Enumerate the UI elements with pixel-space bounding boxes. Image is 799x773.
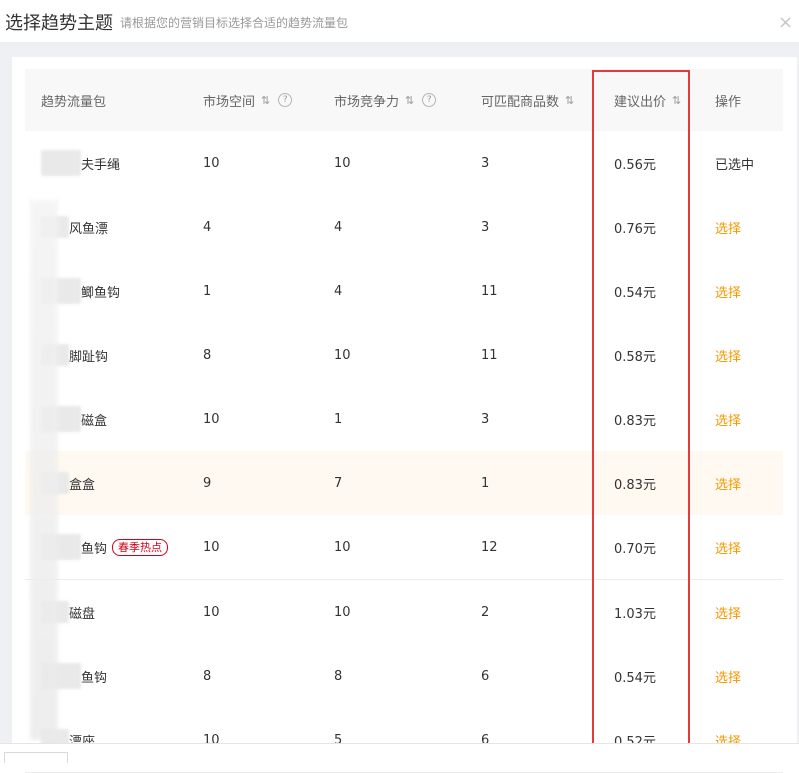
competition-cell: 7 (334, 475, 343, 491)
suggested-bid-cell: 0.83元 (614, 477, 656, 493)
table-row: 漂座 10 5 6 0.52元 选择 (25, 708, 783, 773)
market-space-cell: 8 (203, 347, 212, 363)
suggested-bid-cell: 0.76元 (614, 221, 656, 237)
suggested-bid-cell: 0.58元 (614, 349, 656, 365)
select-button[interactable]: 选择 (715, 387, 741, 451)
item-count-cell: 6 (481, 732, 490, 748)
market-space-cell: 4 (203, 219, 212, 235)
sort-icon[interactable]: ⇅ (565, 94, 574, 107)
table-row: 风鱼漂 4 4 3 0.76元 选择 (25, 195, 783, 260)
dialog-header: 选择趋势主题 请根据您的营销目标选择合适的趋势流量包 × (0, 0, 799, 42)
competition-cell: 10 (334, 347, 351, 363)
package-name: 鱼钩 (81, 541, 108, 557)
dialog-subtitle: 请根据您的营销目标选择合适的趋势流量包 (120, 16, 349, 30)
sort-icon[interactable]: ⇅ (672, 94, 681, 107)
redacted-image (41, 150, 81, 176)
header-action: 操作 (715, 94, 742, 110)
dialog-footer (0, 743, 799, 758)
package-name: 鱼钩 (81, 670, 108, 686)
package-name: 风鱼漂 (69, 221, 109, 237)
package-name: 磁盘 (69, 606, 96, 622)
competition-cell: 5 (334, 732, 343, 748)
package-name-cell: 夫手绳 (41, 131, 120, 195)
select-button[interactable]: 选择 (715, 451, 741, 515)
table-row: 磁盒 10 1 3 0.83元 选择 (25, 387, 783, 452)
item-count-cell: 3 (481, 219, 490, 235)
market-space-cell: 8 (203, 668, 212, 684)
competition-cell: 4 (334, 219, 343, 235)
package-name: 脚趾钩 (69, 349, 109, 365)
suggested-bid-cell: 0.83元 (614, 413, 656, 429)
market-space-cell: 1 (203, 283, 212, 299)
item-count-cell: 11 (481, 283, 498, 299)
competition-cell: 10 (334, 604, 351, 620)
table-row: 鲫鱼钩 1 4 11 0.54元 选择 (25, 259, 783, 324)
sort-icon[interactable]: ⇅ (405, 94, 414, 107)
package-name: 鲫鱼钩 (81, 285, 121, 301)
table-row: 盒盒 9 7 1 0.83元 选择 (25, 451, 783, 516)
item-count-cell: 1 (481, 475, 490, 491)
select-button[interactable]: 选择 (715, 580, 741, 644)
hot-badge: 春季热点 (112, 538, 169, 556)
select-button[interactable]: 选择 (715, 644, 741, 708)
header-suggested-bid[interactable]: 建议出价 ⇅ (614, 69, 681, 131)
help-icon[interactable]: ? (422, 93, 437, 107)
package-name: 磁盒 (81, 413, 108, 429)
competition-cell: 4 (334, 283, 343, 299)
item-count-cell: 3 (481, 155, 490, 171)
table-row: 脚趾钩 8 10 11 0.58元 选择 (25, 323, 783, 388)
footer-button[interactable] (4, 752, 68, 763)
dialog-title: 选择趋势主题 (5, 13, 113, 34)
item-count-cell: 11 (481, 347, 498, 363)
header-competition[interactable]: 市场竞争力 ⇅? (334, 69, 437, 131)
suggested-bid-cell: 0.52元 (614, 734, 656, 750)
item-count-cell: 2 (481, 604, 490, 620)
suggested-bid-cell: 0.54元 (614, 670, 656, 686)
market-space-cell: 10 (203, 155, 220, 171)
market-space-cell: 9 (203, 475, 212, 491)
suggested-bid-cell: 0.56元 (614, 157, 656, 173)
competition-cell: 10 (334, 539, 351, 555)
suggested-bid-cell: 0.70元 (614, 541, 656, 557)
table-row: 夫手绳 10 10 3 0.56元 已选中 (25, 131, 783, 196)
close-icon[interactable]: × (778, 14, 793, 32)
item-count-cell: 6 (481, 668, 490, 684)
package-name: 盒盒 (69, 477, 96, 493)
table-row: 鱼钩 春季热点 10 10 12 0.70元 选择 (25, 515, 783, 580)
suggested-bid-cell: 0.54元 (614, 285, 656, 301)
competition-cell: 1 (334, 411, 343, 427)
package-name: 夫手绳 (81, 157, 121, 173)
help-icon[interactable]: ? (278, 93, 293, 107)
header-item-count[interactable]: 可匹配商品数 ⇅ (481, 69, 574, 131)
item-count-cell: 12 (481, 539, 498, 555)
select-button[interactable]: 选择 (715, 323, 741, 387)
competition-cell: 10 (334, 155, 351, 171)
select-button[interactable]: 选择 (715, 708, 741, 772)
competition-cell: 8 (334, 668, 343, 684)
market-space-cell: 10 (203, 539, 220, 555)
header-market-space[interactable]: 市场空间 ⇅? (203, 69, 293, 131)
package-name-cell: 鱼钩 春季热点 (41, 515, 169, 579)
select-button[interactable]: 选择 (715, 259, 741, 323)
redaction-blur (30, 200, 58, 740)
table-row: 磁盘 10 10 2 1.03元 选择 (25, 580, 783, 645)
table-row: 鱼钩 8 8 6 0.54元 选择 (25, 644, 783, 709)
header-package: 趋势流量包 (41, 94, 107, 110)
sort-icon[interactable]: ⇅ (261, 94, 270, 107)
selected-label: 已选中 (715, 157, 755, 173)
market-space-cell: 10 (203, 411, 220, 427)
item-count-cell: 3 (481, 411, 490, 427)
suggested-bid-cell: 1.03元 (614, 606, 656, 622)
select-button[interactable]: 选择 (715, 195, 741, 259)
market-space-cell: 10 (203, 604, 220, 620)
select-button[interactable]: 选择 (715, 515, 741, 579)
market-space-cell: 10 (203, 732, 220, 748)
table-header-row: 趋势流量包 市场空间 ⇅? 市场竞争力 ⇅? 可匹配商品数 ⇅ 建议出价 ⇅ 操作 (25, 69, 783, 131)
